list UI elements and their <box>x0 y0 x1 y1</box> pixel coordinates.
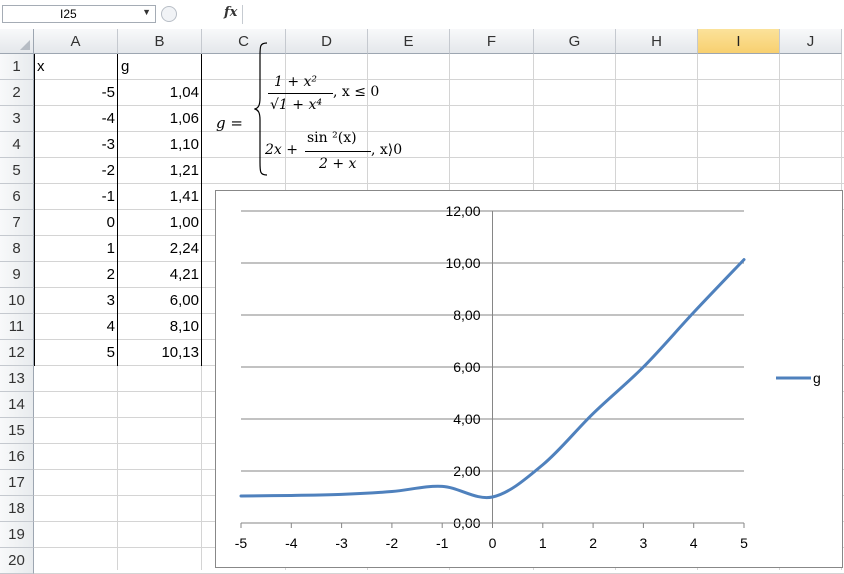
case2-fraction-bar <box>305 151 371 152</box>
row-header-15[interactable]: 15 <box>0 418 34 444</box>
table-border <box>201 54 202 366</box>
cell-b8[interactable]: 2,24 <box>118 236 202 262</box>
cell-b12[interactable]: 10,13 <box>118 340 202 366</box>
cell-b11[interactable]: 8,10 <box>118 314 202 340</box>
row-header-8[interactable]: 8 <box>0 236 34 262</box>
select-all-button[interactable] <box>0 29 34 54</box>
cell-a11[interactable]: 4 <box>34 314 118 340</box>
case1-fraction-bar <box>268 93 333 94</box>
cell-a10[interactable]: 3 <box>34 288 118 314</box>
row-header-2[interactable]: 2 <box>0 80 34 106</box>
row-header-20[interactable]: 20 <box>0 548 34 574</box>
row-header-10[interactable]: 10 <box>0 288 34 314</box>
column-header-i[interactable]: I <box>698 29 780 54</box>
row-header-11[interactable]: 11 <box>0 314 34 340</box>
cell-b6[interactable]: 1,41 <box>118 184 202 210</box>
case1-condition: , x ≤ 0 <box>333 84 380 100</box>
x-tick-label: 3 <box>640 535 648 551</box>
legend-label-g: g <box>813 370 821 386</box>
column-header-f[interactable]: F <box>450 29 534 54</box>
cell-a7[interactable]: 0 <box>34 210 118 236</box>
row-header-4[interactable]: 4 <box>0 132 34 158</box>
cell-b2[interactable]: 1,04 <box>118 80 202 106</box>
cell-b1[interactable]: g <box>118 54 202 80</box>
row-header-19[interactable]: 19 <box>0 522 34 548</box>
cell-a5[interactable]: -2 <box>34 158 118 184</box>
row-header-13[interactable]: 13 <box>0 366 34 392</box>
name-box-value: I25 <box>60 7 77 21</box>
x-tick-label: 2 <box>589 535 597 551</box>
column-header-b[interactable]: B <box>118 29 202 54</box>
row-header-9[interactable]: 9 <box>0 262 34 288</box>
cell-b3[interactable]: 1,06 <box>118 106 202 132</box>
equation-lhs: g = <box>216 114 243 132</box>
cell-b7[interactable]: 1,00 <box>118 210 202 236</box>
case1-numerator: 1 + x² <box>274 74 318 90</box>
x-tick-label: 1 <box>539 535 547 551</box>
y-tick-label: 4,00 <box>453 411 480 427</box>
x-tick-label: -2 <box>386 535 399 551</box>
row-header-5[interactable]: 5 <box>0 158 34 184</box>
cell-a3[interactable]: -4 <box>34 106 118 132</box>
formula-input[interactable] <box>243 5 844 24</box>
x-tick-label: 0 <box>489 535 497 551</box>
insert-function-icon[interactable]: fx <box>224 5 237 20</box>
cell-b9[interactable]: 4,21 <box>118 262 202 288</box>
row-header-16[interactable]: 16 <box>0 444 34 470</box>
y-tick-label: 6,00 <box>453 359 480 375</box>
row-header-18[interactable]: 18 <box>0 496 34 522</box>
name-box[interactable]: I25 ▼ <box>2 5 156 23</box>
row-header-1[interactable]: 1 <box>0 54 34 80</box>
equation-object[interactable]: g = 1 + x² √1 + x⁴ , x ≤ 0 2x + sin ²(x)… <box>210 38 450 186</box>
row-header-12[interactable]: 12 <box>0 340 34 366</box>
column-header-a[interactable]: A <box>34 29 118 54</box>
x-tick-label: -5 <box>235 535 248 551</box>
case2-prefix: 2x + <box>265 142 298 158</box>
y-tick-label: 2,00 <box>453 463 480 479</box>
table-border <box>34 54 35 366</box>
select-all-icon <box>20 40 30 50</box>
case2-condition: , x⟩0 <box>371 142 403 158</box>
cell-b10[interactable]: 6,00 <box>118 288 202 314</box>
case2-numerator: sin ²(x) <box>307 130 357 146</box>
case2-denominator: 2 + x <box>319 156 357 172</box>
x-tick-label: -1 <box>436 535 449 551</box>
row-header-6[interactable]: 6 <box>0 184 34 210</box>
cell-b5[interactable]: 1,21 <box>118 158 202 184</box>
line-chart[interactable]: 0,00 2,00 4,00 6,00 8,00 10,00 12,00 -5 -4 -3 -2 -1… <box>215 190 843 568</box>
row-header-17[interactable]: 17 <box>0 470 34 496</box>
cell-a8[interactable]: 1 <box>34 236 118 262</box>
case1-denominator: √1 + x⁴ <box>270 97 322 113</box>
cell-a4[interactable]: -3 <box>34 132 118 158</box>
column-header-j[interactable]: J <box>780 29 842 54</box>
column-header-g[interactable]: G <box>534 29 616 54</box>
row-header-14[interactable]: 14 <box>0 392 34 418</box>
chevron-down-icon[interactable]: ▼ <box>142 7 151 17</box>
formula-bar: I25 ▼ fx <box>0 0 844 30</box>
y-tick-label: 8,00 <box>453 307 480 323</box>
table-border <box>117 54 118 366</box>
cell-a6[interactable]: -1 <box>34 184 118 210</box>
y-tick-label: 10,00 <box>445 255 480 271</box>
row-header-7[interactable]: 7 <box>0 210 34 236</box>
cell-a2[interactable]: -5 <box>34 80 118 106</box>
chart-plot-area: 0,002,004,006,008,0010,0012,00-5 -4 -3 -2 -1… <box>235 203 821 551</box>
formula-bar-resize-handle[interactable] <box>161 6 177 22</box>
x-tick-label: 4 <box>690 535 698 551</box>
cell-a12[interactable]: 5 <box>34 340 118 366</box>
row-header-3[interactable]: 3 <box>0 106 34 132</box>
x-tick-label: -4 <box>285 535 298 551</box>
column-header-h[interactable]: H <box>616 29 698 54</box>
cell-a9[interactable]: 2 <box>34 262 118 288</box>
x-tick-label: -3 <box>335 535 348 551</box>
cell-a1[interactable]: x <box>34 54 118 80</box>
y-tick-label: 12,00 <box>445 203 480 219</box>
x-tick-label: 5 <box>740 535 748 551</box>
cell-b4[interactable]: 1,10 <box>118 132 202 158</box>
